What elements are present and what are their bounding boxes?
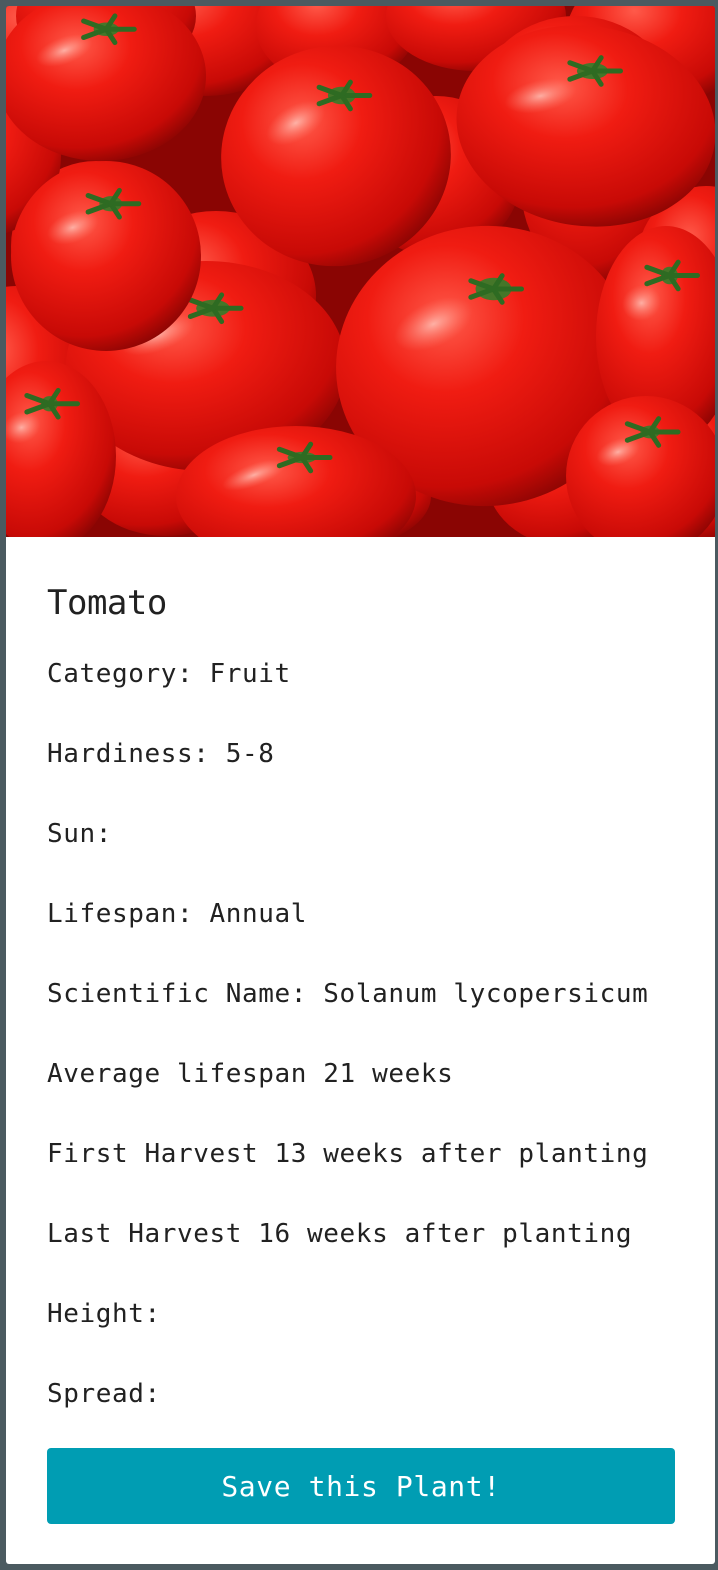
- plant-card: Tomato Category: Fruit Hardiness: 5-8 Su…: [6, 6, 715, 1564]
- first-harvest-field: First Harvest 13 weeks after planting: [47, 1139, 649, 1169]
- sun-field: Sun:: [47, 819, 113, 849]
- lifespan-field: Lifespan: Annual: [47, 899, 308, 929]
- average-lifespan-field: Average lifespan 21 weeks: [47, 1059, 454, 1089]
- save-plant-button[interactable]: Save this Plant!: [47, 1448, 675, 1524]
- plant-photo: [6, 6, 715, 537]
- spread-field: Spread:: [47, 1379, 161, 1409]
- hardiness-field: Hardiness: 5-8: [47, 739, 275, 769]
- plant-name: Tomato: [47, 583, 167, 623]
- category-field: Category: Fruit: [47, 659, 291, 689]
- scientific-name-field: Scientific Name: Solanum lycopersicum: [47, 979, 649, 1009]
- last-harvest-field: Last Harvest 16 weeks after planting: [47, 1219, 633, 1249]
- height-field: Height:: [47, 1299, 161, 1329]
